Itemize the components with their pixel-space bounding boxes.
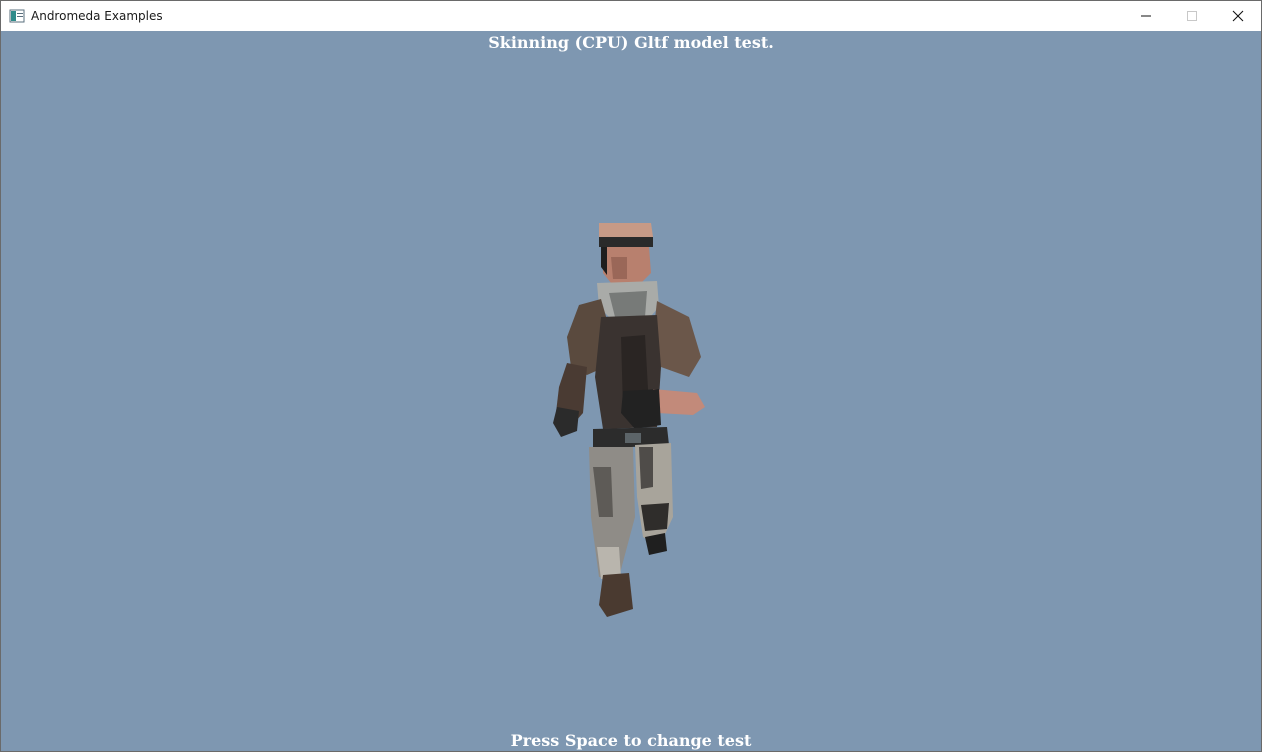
minimize-button[interactable] (1123, 1, 1169, 31)
maximize-button[interactable] (1169, 1, 1215, 31)
render-viewport[interactable]: Skinning (CPU) Gltf model test. Press Sp… (1, 31, 1261, 751)
app-window-icon (9, 8, 25, 24)
minimize-icon (1141, 15, 1151, 17)
instruction-text: Press Space to change test (510, 731, 752, 750)
window-controls (1123, 1, 1261, 31)
maximize-icon (1187, 11, 1197, 21)
close-icon (1232, 10, 1244, 22)
close-button[interactable] (1215, 1, 1261, 31)
application-window: Andromeda Examples Skinning (CPU) Gltf m… (0, 0, 1262, 752)
soldier-running-model (553, 223, 705, 617)
window-title: Andromeda Examples (31, 9, 163, 23)
title-bar[interactable]: Andromeda Examples (1, 1, 1261, 31)
test-title-text: Skinning (CPU) Gltf model test. (488, 33, 774, 52)
